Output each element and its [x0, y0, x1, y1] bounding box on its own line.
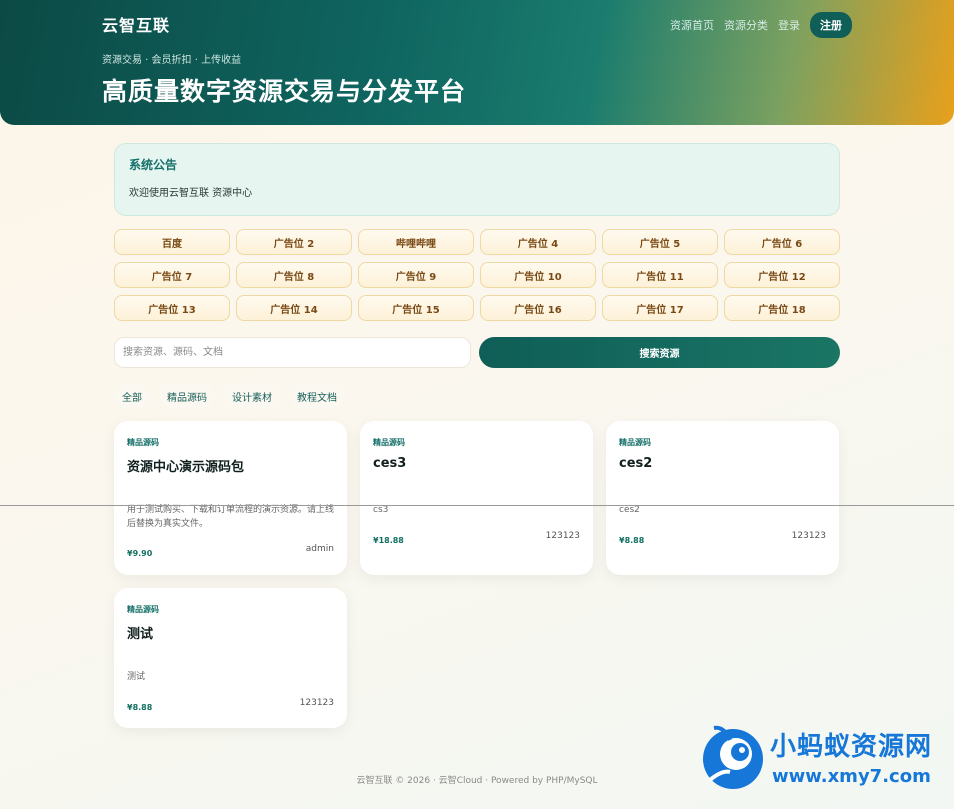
ad-slot[interactable]: 广告位 10: [480, 262, 596, 288]
filter-design-assets[interactable]: 设计素材: [224, 384, 280, 408]
ad-slot[interactable]: 广告位 14: [236, 295, 352, 321]
ad-slot[interactable]: 广告位 13: [114, 295, 230, 321]
notice-title: 系统公告: [129, 158, 178, 172]
card-category: 精品源码: [373, 438, 405, 447]
filter-tutorials[interactable]: 教程文档: [289, 384, 345, 408]
hero-tagline: 资源交易 · 会员折扣 · 上传收益: [102, 55, 242, 66]
search-input[interactable]: [114, 337, 471, 368]
card-author: admin: [305, 544, 334, 554]
ad-slot[interactable]: 广告位 8: [236, 262, 352, 288]
ant-logo-icon: [703, 725, 763, 789]
ad-slot[interactable]: 广告位 16: [480, 295, 596, 321]
card-price: ¥9.90: [127, 549, 153, 558]
ad-slot[interactable]: 广告位 2: [236, 229, 352, 255]
card-price: ¥8.88: [619, 536, 645, 545]
category-filters: 全部 精品源码 设计素材 教程文档: [114, 384, 345, 408]
card-title[interactable]: 资源中心演示源码包: [127, 456, 244, 475]
card-description: 用于测试购买、下载和订单流程的演示资源。请上线后替换为真实文件。: [127, 505, 335, 529]
ad-slot[interactable]: 广告位 6: [724, 229, 840, 255]
register-button[interactable]: 注册: [810, 12, 852, 38]
system-notice: 系统公告 欢迎使用云智互联 资源中心: [114, 143, 840, 216]
card-author: 123123: [791, 531, 826, 541]
card-author: 123123: [545, 531, 580, 541]
brand-logo-text[interactable]: 云智互联: [102, 12, 170, 36]
ad-slot[interactable]: 广告位 7: [114, 262, 230, 288]
resource-card[interactable]: 精品源码 ces2 ces2 ¥8.88 123123: [606, 421, 839, 575]
ad-slot[interactable]: 广告位 17: [602, 295, 718, 321]
hero-title: 高质量数字资源交易与分发平台: [102, 77, 467, 106]
card-price: ¥18.88: [373, 536, 404, 545]
hero-banner: 云智互联 资源首页 资源分类 登录 注册 资源交易 · 会员折扣 · 上传收益 …: [0, 0, 954, 125]
ad-slot[interactable]: 广告位 5: [602, 229, 718, 255]
ad-slot[interactable]: 广告位 12: [724, 262, 840, 288]
ad-slot[interactable]: 广告位 15: [358, 295, 474, 321]
resource-card[interactable]: 精品源码 测试 测试 ¥8.88 123123: [114, 588, 347, 728]
resource-card[interactable]: 精品源码 ces3 cs3 ¥18.88 123123: [360, 421, 593, 575]
watermark-url: www.xmy7.com: [772, 766, 931, 787]
card-author: 123123: [299, 698, 334, 708]
resource-card[interactable]: 精品源码 资源中心演示源码包 用于测试购买、下载和订单流程的演示资源。请上线后替…: [114, 421, 347, 575]
card-category: 精品源码: [619, 438, 651, 447]
ad-slot[interactable]: 百度: [114, 229, 230, 255]
ad-slot[interactable]: 广告位 18: [724, 295, 840, 321]
nav-link-home[interactable]: 资源首页: [670, 17, 714, 33]
nav-link-login[interactable]: 登录: [778, 17, 800, 33]
ad-grid: 百度 广告位 2 哔哩哔哩 广告位 4 广告位 5 广告位 6 广告位 7 广告…: [114, 229, 840, 321]
top-nav: 资源首页 资源分类 登录 注册: [670, 12, 852, 38]
card-category: 精品源码: [127, 605, 159, 614]
notice-text: 欢迎使用云智互联 资源中心: [129, 188, 253, 199]
card-price: ¥8.88: [127, 703, 153, 712]
horizontal-rule: [0, 505, 954, 506]
ad-slot[interactable]: 广告位 4: [480, 229, 596, 255]
ad-slot[interactable]: 广告位 11: [602, 262, 718, 288]
ad-slot[interactable]: 广告位 9: [358, 262, 474, 288]
watermark-title: 小蚂蚁资源网: [770, 732, 933, 762]
card-description: 测试: [127, 672, 146, 682]
card-title[interactable]: ces3: [373, 456, 406, 471]
card-title[interactable]: ces2: [619, 456, 652, 471]
filter-all[interactable]: 全部: [114, 384, 150, 408]
card-category: 精品源码: [127, 438, 159, 447]
ad-slot[interactable]: 哔哩哔哩: [358, 229, 474, 255]
card-title[interactable]: 测试: [127, 623, 153, 642]
search-button[interactable]: 搜索资源: [479, 337, 840, 368]
nav-link-categories[interactable]: 资源分类: [724, 17, 768, 33]
filter-source-code[interactable]: 精品源码: [159, 384, 215, 408]
